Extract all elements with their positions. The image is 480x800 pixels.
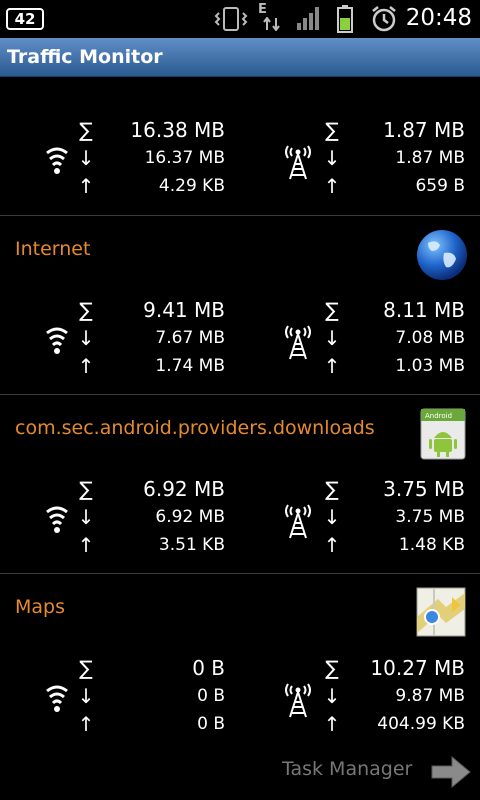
notification-count: 42 xyxy=(14,10,36,28)
download-arrow-symbol: ↓ xyxy=(77,146,95,170)
globe-icon xyxy=(417,230,467,280)
maps-icon xyxy=(416,587,466,637)
battery-icon xyxy=(337,5,353,33)
mobile-download-value: 1.87 MB xyxy=(395,148,465,168)
wifi-upload-value: 1.74 MB xyxy=(155,356,225,376)
total-symbol: ∑ xyxy=(325,298,339,322)
status-bar: 42 E 20:48 xyxy=(0,0,480,38)
signal-strength-icon xyxy=(297,7,319,30)
total-symbol: ∑ xyxy=(79,118,93,142)
traffic-stats: ∑ 0 B ∑ 10.27 MB ↓ 0 B ↓ 9.87 MB ↑ 0 B ↑… xyxy=(0,654,480,738)
upload-arrow-symbol: ↑ xyxy=(77,712,95,736)
mobile-total-value: 8.11 MB xyxy=(383,298,465,322)
vibrate-icon xyxy=(214,7,248,31)
task-manager-link[interactable]: Task Manager xyxy=(282,758,412,780)
wifi-download-value: 7.67 MB xyxy=(155,328,225,348)
wifi-upload-value: 3.51 KB xyxy=(158,535,225,555)
download-arrow-symbol: ↓ xyxy=(77,684,95,708)
app-title: Traffic Monitor xyxy=(7,46,163,68)
download-arrow-symbol: ↓ xyxy=(323,146,341,170)
wifi-total-value: 16.38 MB xyxy=(130,118,225,142)
download-arrow-symbol: ↓ xyxy=(77,326,95,350)
svg-text:Android: Android xyxy=(425,412,452,420)
total-symbol: ∑ xyxy=(325,656,339,680)
network-type-icon: E xyxy=(258,2,267,17)
wifi-upload-value: 0 B xyxy=(197,714,225,734)
traffic-section-app[interactable]: com.sec.android.providers.downloads Andr… xyxy=(0,395,480,574)
upload-arrow-symbol: ↑ xyxy=(77,533,95,557)
mobile-upload-value: 1.03 MB xyxy=(395,356,465,376)
download-arrow-symbol: ↓ xyxy=(77,505,95,529)
upload-arrow-symbol: ↑ xyxy=(323,174,341,198)
cell-tower-icon xyxy=(285,504,311,539)
total-symbol: ∑ xyxy=(79,298,93,322)
total-symbol: ∑ xyxy=(79,477,93,501)
network-type-label: E xyxy=(258,2,267,17)
total-symbol: ∑ xyxy=(79,656,93,680)
clock-time: 20:48 xyxy=(405,5,472,31)
mobile-download-value: 7.08 MB xyxy=(395,328,465,348)
mobile-download-value: 3.75 MB xyxy=(395,507,465,527)
traffic-stats: ∑ 16.38 MB ∑ 1.87 MB ↓ 16.37 MB ↓ 1.87 M… xyxy=(0,116,480,200)
wifi-upload-value: 4.29 KB xyxy=(158,176,225,196)
wifi-icon xyxy=(46,506,68,533)
wifi-total-value: 6.92 MB xyxy=(143,477,225,501)
wifi-download-value: 6.92 MB xyxy=(155,507,225,527)
notification-count-badge[interactable]: 42 xyxy=(6,8,44,30)
upload-arrow-symbol: ↑ xyxy=(77,354,95,378)
wifi-icon xyxy=(46,147,68,174)
wifi-icon xyxy=(46,327,68,354)
app-name: Internet xyxy=(15,238,91,260)
alarm-clock-icon xyxy=(372,6,396,32)
mobile-upload-value: 1.48 KB xyxy=(398,535,465,555)
traffic-section-app[interactable]: Maps ∑ 0 B ∑ 10.27 MB ↓ 0 B ↓ 9.87 MB ↑ … xyxy=(0,574,480,744)
download-arrow-symbol: ↓ xyxy=(323,326,341,350)
upload-arrow-symbol: ↑ xyxy=(323,354,341,378)
traffic-section-app[interactable]: Internet ∑ 9.41 MB ∑ 8.11 MB ↓ 7.67 MB ↓… xyxy=(0,216,480,395)
app-name: com.sec.android.providers.downloads xyxy=(15,417,375,439)
traffic-section-total: ∑ 16.38 MB ∑ 1.87 MB ↓ 16.37 MB ↓ 1.87 M… xyxy=(0,76,480,216)
wifi-download-value: 0 B xyxy=(197,686,225,706)
wifi-icon xyxy=(46,685,68,712)
mobile-total-value: 10.27 MB xyxy=(370,656,465,680)
arrow-right-icon[interactable] xyxy=(430,755,472,789)
wifi-total-value: 0 B xyxy=(192,656,225,680)
wifi-total-value: 9.41 MB xyxy=(143,298,225,322)
download-arrow-symbol: ↓ xyxy=(323,505,341,529)
app-name: Maps xyxy=(15,596,65,618)
cell-tower-icon xyxy=(285,145,311,180)
cell-tower-icon xyxy=(285,325,311,360)
mobile-total-value: 3.75 MB xyxy=(383,477,465,501)
total-symbol: ∑ xyxy=(325,477,339,501)
android-icon: Android xyxy=(420,408,466,460)
traffic-stats: ∑ 6.92 MB ∑ 3.75 MB ↓ 6.92 MB ↓ 3.75 MB … xyxy=(0,475,480,559)
mobile-download-value: 9.87 MB xyxy=(395,686,465,706)
mobile-upload-value: 404.99 KB xyxy=(377,714,465,734)
data-arrows-icon xyxy=(263,17,280,31)
traffic-stats: ∑ 9.41 MB ∑ 8.11 MB ↓ 7.67 MB ↓ 7.08 MB … xyxy=(0,296,480,380)
upload-arrow-symbol: ↑ xyxy=(323,533,341,557)
upload-arrow-symbol: ↑ xyxy=(323,712,341,736)
mobile-upload-value: 659 B xyxy=(415,176,465,196)
total-symbol: ∑ xyxy=(325,118,339,142)
cell-tower-icon xyxy=(285,683,311,718)
download-arrow-symbol: ↓ xyxy=(323,684,341,708)
mobile-total-value: 1.87 MB xyxy=(383,118,465,142)
upload-arrow-symbol: ↑ xyxy=(77,174,95,198)
title-bar: Traffic Monitor xyxy=(0,38,480,77)
wifi-download-value: 16.37 MB xyxy=(144,148,225,168)
